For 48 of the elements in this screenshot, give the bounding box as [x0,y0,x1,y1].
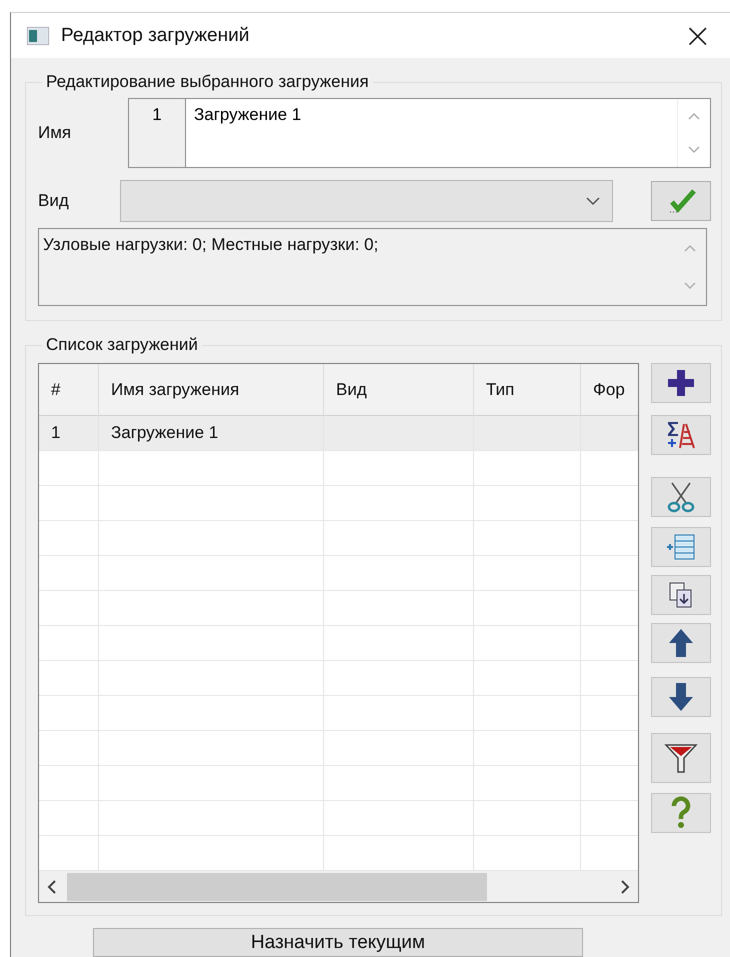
down-button[interactable] [651,677,711,718]
help-icon [669,796,693,830]
sum-button[interactable] [651,415,711,456]
app-icon [27,26,49,45]
column-header[interactable]: # [39,364,99,416]
name-field[interactable]: 1 Загружение 1 [128,98,711,168]
kind-dropdown[interactable] [120,180,613,222]
group-title: Редактирование выбранного загружения [45,72,370,92]
scissors-icon [666,481,696,514]
table-cell[interactable] [324,416,474,452]
scroll-down-icon[interactable] [687,145,701,156]
horizontal-scrollbar[interactable] [39,871,638,902]
set-current-button[interactable]: Назначить текущим [93,928,583,957]
table-cell[interactable] [474,416,581,452]
table-cell[interactable] [581,416,638,452]
table-cell[interactable]: 1 [39,416,99,452]
scroll-down-icon[interactable] [683,281,697,292]
confirm-button[interactable] [651,181,711,222]
load-number: 1 [129,99,186,168]
close-button[interactable]: × [678,18,718,53]
insert-button[interactable] [651,527,711,568]
scroll-left-icon [47,880,57,894]
column-header[interactable]: Фор [581,364,638,416]
plus-icon [666,368,696,398]
cut-button[interactable] [651,477,711,518]
up-button[interactable] [651,623,711,664]
copy-button[interactable] [651,575,711,616]
help-button[interactable] [651,793,711,834]
group-title: Список загружений [45,335,199,356]
scroll-up-icon[interactable] [687,111,701,122]
column-header[interactable]: Тип [474,364,581,416]
insert-row-icon [666,532,696,562]
up-arrow-icon [666,627,696,660]
sum-icon [666,420,696,450]
name-text: Загружение 1 [193,104,302,126]
window-title: Редактор загружений [61,24,250,47]
name-label: Имя [38,123,72,144]
add-button[interactable] [651,363,711,404]
column-header[interactable]: Имя загружения [99,364,324,416]
down-arrow-icon [666,681,696,714]
info-text: Узловые нагрузки: 0; Местные нагрузки: 0; [42,234,380,256]
table-cell[interactable]: Загружение 1 [99,416,324,452]
filter-button[interactable] [651,733,711,784]
column-header[interactable]: Вид [324,364,474,416]
dropdown-icon [586,196,600,206]
scroll-right-icon [620,880,630,894]
kind-label: Вид [38,191,70,212]
scroll-up-icon[interactable] [683,243,697,254]
